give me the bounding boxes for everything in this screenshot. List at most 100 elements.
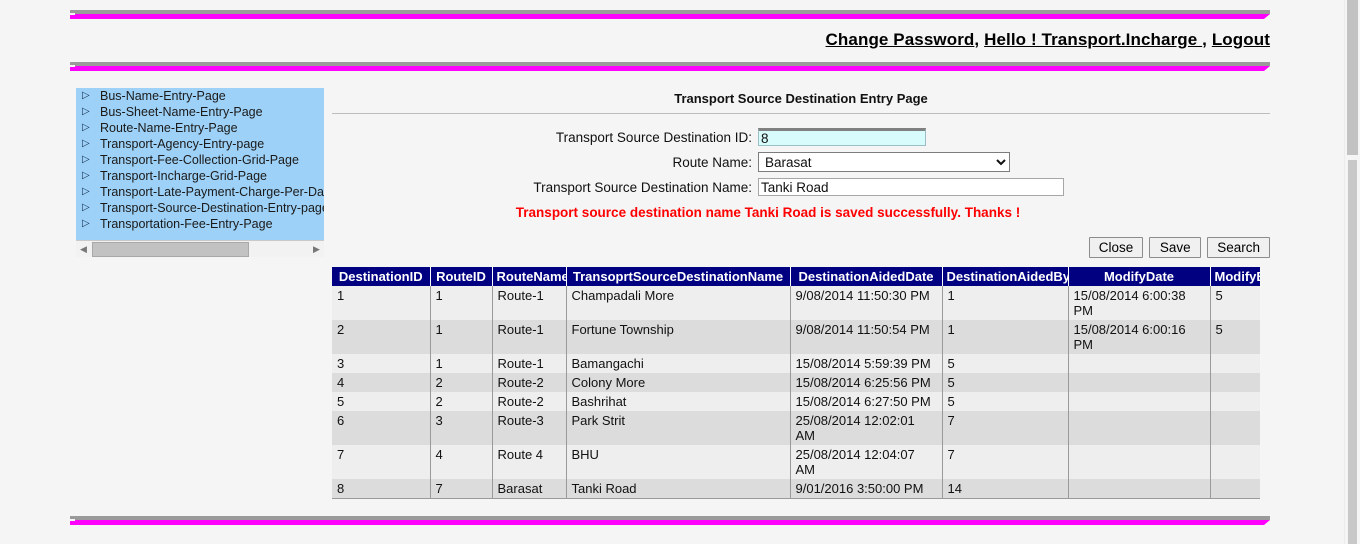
- table-row[interactable]: 1 1 Route-1 Champadali More 9/08/2014 11…: [332, 286, 1260, 320]
- column-header-modify-by[interactable]: ModifyBy: [1210, 267, 1260, 286]
- table-row[interactable]: 5 2 Route-2 Bashrihat 15/08/2014 6:27:50…: [332, 392, 1260, 411]
- sidebar-item-label: Route-Name-Entry-Page: [100, 121, 238, 135]
- rule-body: [70, 66, 1270, 71]
- table-row[interactable]: 8 7 Barasat Tanki Road 9/01/2016 3:50:00…: [332, 479, 1260, 499]
- sidebar-item-transport-incharge-grid-page[interactable]: ▷ Transport-Incharge-Grid-Page: [76, 168, 324, 184]
- scrollbar-thumb[interactable]: [1347, 0, 1358, 155]
- table-row[interactable]: 7 4 Route 4 BHU 25/08/2014 12:04:07 AM 7: [332, 445, 1260, 479]
- form-row-route-name: Route Name: Barasat: [332, 152, 1270, 172]
- sidebar-item-transportation-fee-entry-page[interactable]: ▷ Transportation-Fee-Entry-Page: [76, 216, 324, 232]
- divider-rule-second: [70, 62, 1270, 71]
- cell-route-name: Route-2: [492, 392, 567, 411]
- triangle-right-icon: ▷: [82, 202, 90, 213]
- sidebar-item-label: Bus-Sheet-Name-Entry-Page: [100, 105, 263, 119]
- column-header-source-destination-name[interactable]: TransoprtSourceDestinationName: [566, 267, 791, 286]
- triangle-right-icon: ▷: [82, 138, 90, 149]
- sidebar-item-bus-sheet-name-entry-page[interactable]: ▷ Bus-Sheet-Name-Entry-Page: [76, 104, 324, 120]
- rule-nick-left: [70, 519, 75, 521]
- scroll-left-arrow-icon[interactable]: ◀: [76, 244, 91, 254]
- sidebar-item-transport-fee-collection-grid-page[interactable]: ▷ Transport-Fee-Collection-Grid-Page: [76, 152, 324, 168]
- table-header-row: DestinationID RouteID RouteName Transopr…: [332, 267, 1260, 286]
- sidebar-item-transport-late-payment-charge-per-day-page[interactable]: ▷ Transport-Late-Payment-Charge-Per-Day-…: [76, 184, 324, 200]
- column-header-destination-aided-date[interactable]: DestinationAidedDate: [790, 267, 943, 286]
- cell-route-id: 1: [430, 354, 493, 373]
- cell-modify-by: [1210, 373, 1260, 392]
- cell-source-destination-name: Bashrihat: [566, 392, 791, 411]
- triangle-right-icon: ▷: [82, 106, 90, 117]
- cell-source-destination-name: Champadali More: [566, 286, 791, 320]
- cell-route-name: Route-1: [492, 320, 567, 354]
- page-title: Transport Source Destination Entry Page: [674, 91, 928, 106]
- triangle-right-icon: ▷: [82, 186, 90, 197]
- column-header-route-name[interactable]: RouteName: [492, 267, 567, 286]
- search-button[interactable]: Search: [1207, 237, 1270, 258]
- destination-id-input[interactable]: [758, 128, 926, 146]
- cell-source-destination-name: Fortune Township: [566, 320, 791, 354]
- scrollbar-track[interactable]: [1348, 160, 1357, 544]
- sidebar-item-route-name-entry-page[interactable]: ▷ Route-Name-Entry-Page: [76, 120, 324, 136]
- sidebar-menu[interactable]: ▷ Bus-Name-Entry-Page ▷ Bus-Sheet-Name-E…: [76, 88, 324, 240]
- cell-route-id: 7: [430, 479, 493, 499]
- destinations-table: DestinationID RouteID RouteName Transopr…: [332, 267, 1260, 499]
- sidebar-item-label: Transport-Agency-Entry-page: [100, 137, 265, 151]
- cell-destination-aided-by: 7: [942, 411, 1069, 445]
- change-password-link[interactable]: Change Password: [826, 30, 975, 49]
- destination-name-input[interactable]: [758, 178, 1064, 196]
- cell-destination-aided-date: 15/08/2014 6:27:50 PM: [790, 392, 943, 411]
- cell-destination-id: 8: [332, 479, 431, 499]
- cell-modify-by: [1210, 392, 1260, 411]
- sidebar-item-transport-agency-entry-page[interactable]: ▷ Transport-Agency-Entry-page: [76, 136, 324, 152]
- cell-destination-aided-by: 5: [942, 392, 1069, 411]
- rule-body: [70, 520, 1270, 525]
- close-button[interactable]: Close: [1088, 237, 1144, 258]
- cell-source-destination-name: Bamangachi: [566, 354, 791, 373]
- column-header-destination-aided-by[interactable]: DestinationAidedBy: [942, 267, 1069, 286]
- cell-modify-by: 5: [1210, 286, 1260, 320]
- scrollbar-thumb[interactable]: [92, 241, 249, 257]
- cell-route-id: 4: [430, 445, 493, 479]
- cell-route-id: 3: [430, 411, 493, 445]
- column-header-destination-id[interactable]: DestinationID: [332, 267, 431, 286]
- cell-route-name: Route-1: [492, 286, 567, 320]
- rule-nick-left: [70, 13, 75, 15]
- triangle-right-icon: ▷: [82, 90, 90, 101]
- cell-route-name: Barasat: [492, 479, 567, 499]
- cell-source-destination-name: Colony More: [566, 373, 791, 392]
- scroll-right-arrow-icon[interactable]: ▶: [309, 244, 324, 254]
- cell-modify-by: [1210, 354, 1260, 373]
- header-separator-2: ,: [1202, 30, 1212, 49]
- page-vertical-scrollbar[interactable]: [1344, 0, 1360, 544]
- sidebar-horizontal-scrollbar[interactable]: ◀ ▶: [76, 240, 324, 257]
- route-name-select[interactable]: Barasat: [758, 152, 1010, 172]
- cell-route-name: Route-1: [492, 354, 567, 373]
- table-row[interactable]: 4 2 Route-2 Colony More 15/08/2014 6:25:…: [332, 373, 1260, 392]
- main-panel: Transport Source Destination Entry Page …: [332, 88, 1270, 499]
- cell-destination-id: 4: [332, 373, 431, 392]
- cell-destination-id: 3: [332, 354, 431, 373]
- cell-destination-aided-date: 9/08/2014 11:50:30 PM: [790, 286, 943, 320]
- cell-destination-id: 2: [332, 320, 431, 354]
- cell-route-name: Route 4: [492, 445, 567, 479]
- cell-modify-by: [1210, 445, 1260, 479]
- sidebar-item-label: Bus-Name-Entry-Page: [100, 89, 226, 103]
- greeting-user-link[interactable]: Hello ! Transport.Incharge: [984, 30, 1202, 49]
- cell-source-destination-name: BHU: [566, 445, 791, 479]
- cell-modify-date: 15/08/2014 6:00:16 PM: [1068, 320, 1211, 354]
- triangle-right-icon: ▷: [82, 170, 90, 181]
- save-button[interactable]: Save: [1149, 237, 1202, 258]
- sidebar-item-bus-name-entry-page[interactable]: ▷ Bus-Name-Entry-Page: [76, 88, 324, 104]
- logout-link[interactable]: Logout: [1212, 30, 1270, 49]
- table-row[interactable]: 2 1 Route-1 Fortune Township 9/08/2014 1…: [332, 320, 1260, 354]
- column-header-modify-date[interactable]: ModifyDate: [1068, 267, 1211, 286]
- page-root: Change Password, Hello ! Transport.Incha…: [0, 0, 1360, 544]
- triangle-right-icon: ▷: [82, 122, 90, 133]
- header-links: Change Password, Hello ! Transport.Incha…: [826, 30, 1270, 50]
- cell-modify-date: 15/08/2014 6:00:38 PM: [1068, 286, 1211, 320]
- cell-route-id: 1: [430, 286, 493, 320]
- column-header-route-id[interactable]: RouteID: [430, 267, 493, 286]
- cell-destination-aided-by: 14: [942, 479, 1069, 499]
- table-row[interactable]: 3 1 Route-1 Bamangachi 15/08/2014 5:59:3…: [332, 354, 1260, 373]
- cell-destination-id: 5: [332, 392, 431, 411]
- sidebar-item-transport-source-destination-entry-page[interactable]: ▷ Transport-Source-Destination-Entry-pag…: [76, 200, 324, 216]
- table-row[interactable]: 6 3 Route-3 Park Strit 25/08/2014 12:02:…: [332, 411, 1260, 445]
